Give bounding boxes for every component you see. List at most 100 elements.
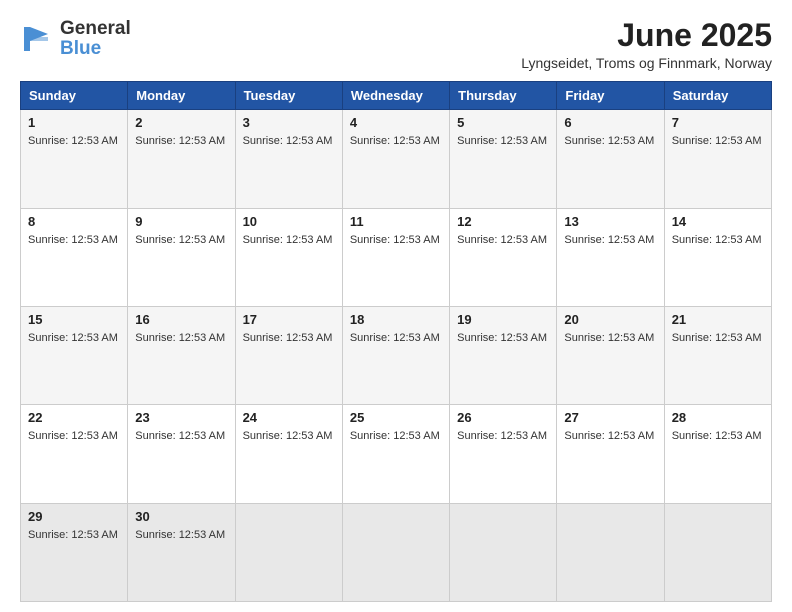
logo-icon xyxy=(20,21,56,57)
sunrise-time: Sunrise: 12:53 AM xyxy=(135,332,225,344)
day-number: 25 xyxy=(350,410,442,425)
calendar-cell: 26 Sunrise: 12:53 AM xyxy=(450,405,557,503)
sunrise-time: Sunrise: 12:53 AM xyxy=(135,234,225,246)
day-number: 26 xyxy=(457,410,549,425)
day-number: 23 xyxy=(135,410,227,425)
sunrise-time: Sunrise: 12:53 AM xyxy=(672,332,762,344)
day-number: 9 xyxy=(135,214,227,229)
calendar-cell: 2 Sunrise: 12:53 AM xyxy=(128,110,235,208)
sunrise-time: Sunrise: 12:53 AM xyxy=(564,135,654,147)
calendar-table: Sunday Monday Tuesday Wednesday Thursday… xyxy=(20,81,772,602)
title-block: June 2025 Lyngseidet, Troms og Finnmark,… xyxy=(521,18,772,71)
calendar-header-row: Sunday Monday Tuesday Wednesday Thursday… xyxy=(21,82,772,110)
calendar-cell: 22Sunrise: 12:53 AM xyxy=(21,405,128,503)
col-wednesday: Wednesday xyxy=(342,82,449,110)
sunrise-time: Sunrise: 12:53 AM xyxy=(135,135,225,147)
sunrise-time: Sunrise: 12:53 AM xyxy=(350,234,440,246)
calendar-cell: 16Sunrise: 12:53 AM xyxy=(128,306,235,404)
calendar-cell: 1 Sunrise: 12:53 AM xyxy=(21,110,128,208)
sunrise-time: Sunrise: 12:53 AM xyxy=(135,529,225,541)
sunrise-time: Sunrise: 12:53 AM xyxy=(672,234,762,246)
calendar-cell: 24 Sunrise: 12:53 AM xyxy=(235,405,342,503)
sunrise-time: Sunrise: 12:53 AM xyxy=(243,135,333,147)
sunrise-time: Sunrise: 12:53 AM xyxy=(350,332,440,344)
calendar-week-4: 22Sunrise: 12:53 AM23Sunrise: 12:53 AM24… xyxy=(21,405,772,503)
day-number: 12 xyxy=(457,214,549,229)
day-number: 14 xyxy=(672,214,764,229)
col-sunday: Sunday xyxy=(21,82,128,110)
day-number: 28 xyxy=(672,410,764,425)
logo: General Blue xyxy=(20,18,131,60)
sunrise-time: Sunrise: 12:53 AM xyxy=(135,430,225,442)
day-number: 27 xyxy=(564,410,656,425)
sunrise-time: Sunrise: 12:53 AM xyxy=(564,430,654,442)
day-number: 6 xyxy=(564,115,656,130)
sunrise-time: Sunrise: 12:53 AM xyxy=(564,234,654,246)
sunrise-time: Sunrise: 12:53 AM xyxy=(457,234,547,246)
sunrise-time: Sunrise: 12:53 AM xyxy=(28,135,118,147)
calendar-cell: 18 Sunrise: 12:53 AM xyxy=(342,306,449,404)
calendar-week-3: 15Sunrise: 12:53 AM16Sunrise: 12:53 AM17… xyxy=(21,306,772,404)
day-number: 19 xyxy=(457,312,549,327)
day-number: 17 xyxy=(243,312,335,327)
sunrise-time: Sunrise: 12:53 AM xyxy=(672,430,762,442)
day-number: 15 xyxy=(28,312,120,327)
day-number: 2 xyxy=(135,115,227,130)
calendar-cell: 8Sunrise: 12:53 AM xyxy=(21,208,128,306)
sunrise-time: Sunrise: 12:53 AM xyxy=(28,529,118,541)
day-number: 21 xyxy=(672,312,764,327)
day-number: 11 xyxy=(350,214,442,229)
day-number: 22 xyxy=(28,410,120,425)
calendar-cell: 25 Sunrise: 12:53 AM xyxy=(342,405,449,503)
day-number: 24 xyxy=(243,410,335,425)
day-number: 3 xyxy=(243,115,335,130)
calendar-cell xyxy=(450,503,557,601)
calendar-cell: 11 Sunrise: 12:53 AM xyxy=(342,208,449,306)
sunrise-time: Sunrise: 12:53 AM xyxy=(350,430,440,442)
col-monday: Monday xyxy=(128,82,235,110)
day-number: 4 xyxy=(350,115,442,130)
day-number: 18 xyxy=(350,312,442,327)
calendar-cell xyxy=(342,503,449,601)
sunrise-time: Sunrise: 12:53 AM xyxy=(243,430,333,442)
sunrise-time: Sunrise: 12:53 AM xyxy=(28,234,118,246)
day-number: 20 xyxy=(564,312,656,327)
calendar-cell: 20 Sunrise: 12:53 AM xyxy=(557,306,664,404)
logo-general: General xyxy=(60,18,131,39)
calendar-cell: 7Sunrise: 12:53 AM xyxy=(664,110,771,208)
col-friday: Friday xyxy=(557,82,664,110)
month-year: June 2025 xyxy=(521,18,772,53)
day-number: 29 xyxy=(28,509,120,524)
day-number: 1 xyxy=(28,115,120,130)
day-number: 30 xyxy=(135,509,227,524)
calendar-cell: 30 Sunrise: 12:53 AM xyxy=(128,503,235,601)
calendar-cell: 12 Sunrise: 12:53 AM xyxy=(450,208,557,306)
sunrise-time: Sunrise: 12:53 AM xyxy=(350,135,440,147)
page: General Blue June 2025 Lyngseidet, Troms… xyxy=(0,0,792,612)
day-number: 10 xyxy=(243,214,335,229)
sunrise-time: Sunrise: 12:53 AM xyxy=(243,332,333,344)
sunrise-time: Sunrise: 12:53 AM xyxy=(457,430,547,442)
calendar-cell: 9 Sunrise: 12:53 AM xyxy=(128,208,235,306)
calendar-cell: 6 Sunrise: 12:53 AM xyxy=(557,110,664,208)
day-number: 5 xyxy=(457,115,549,130)
header: General Blue June 2025 Lyngseidet, Troms… xyxy=(20,18,772,71)
calendar-cell: 5Sunrise: 12:53 AM xyxy=(450,110,557,208)
location: Lyngseidet, Troms og Finnmark, Norway xyxy=(521,55,772,71)
sunrise-time: Sunrise: 12:53 AM xyxy=(564,332,654,344)
calendar-cell: 19 Sunrise: 12:53 AM xyxy=(450,306,557,404)
col-thursday: Thursday xyxy=(450,82,557,110)
logo-line2: Blue xyxy=(60,38,131,60)
calendar-cell: 15Sunrise: 12:53 AM xyxy=(21,306,128,404)
calendar-cell: 17 Sunrise: 12:53 AM xyxy=(235,306,342,404)
day-number: 13 xyxy=(564,214,656,229)
sunrise-time: Sunrise: 12:53 AM xyxy=(457,332,547,344)
calendar-cell: 13 Sunrise: 12:53 AM xyxy=(557,208,664,306)
col-saturday: Saturday xyxy=(664,82,771,110)
logo-text: General Blue xyxy=(60,18,131,60)
calendar-cell: 29 Sunrise: 12:53 AM xyxy=(21,503,128,601)
calendar-week-1: 1 Sunrise: 12:53 AM 2 Sunrise: 12:53 AM 3 Sun… xyxy=(21,110,772,208)
calendar-week-5: 29 Sunrise: 12:53 AM 30 Sunrise: 12:53 AM xyxy=(21,503,772,601)
calendar-cell: 3 Sunrise: 12:53 AM xyxy=(235,110,342,208)
calendar-cell xyxy=(235,503,342,601)
